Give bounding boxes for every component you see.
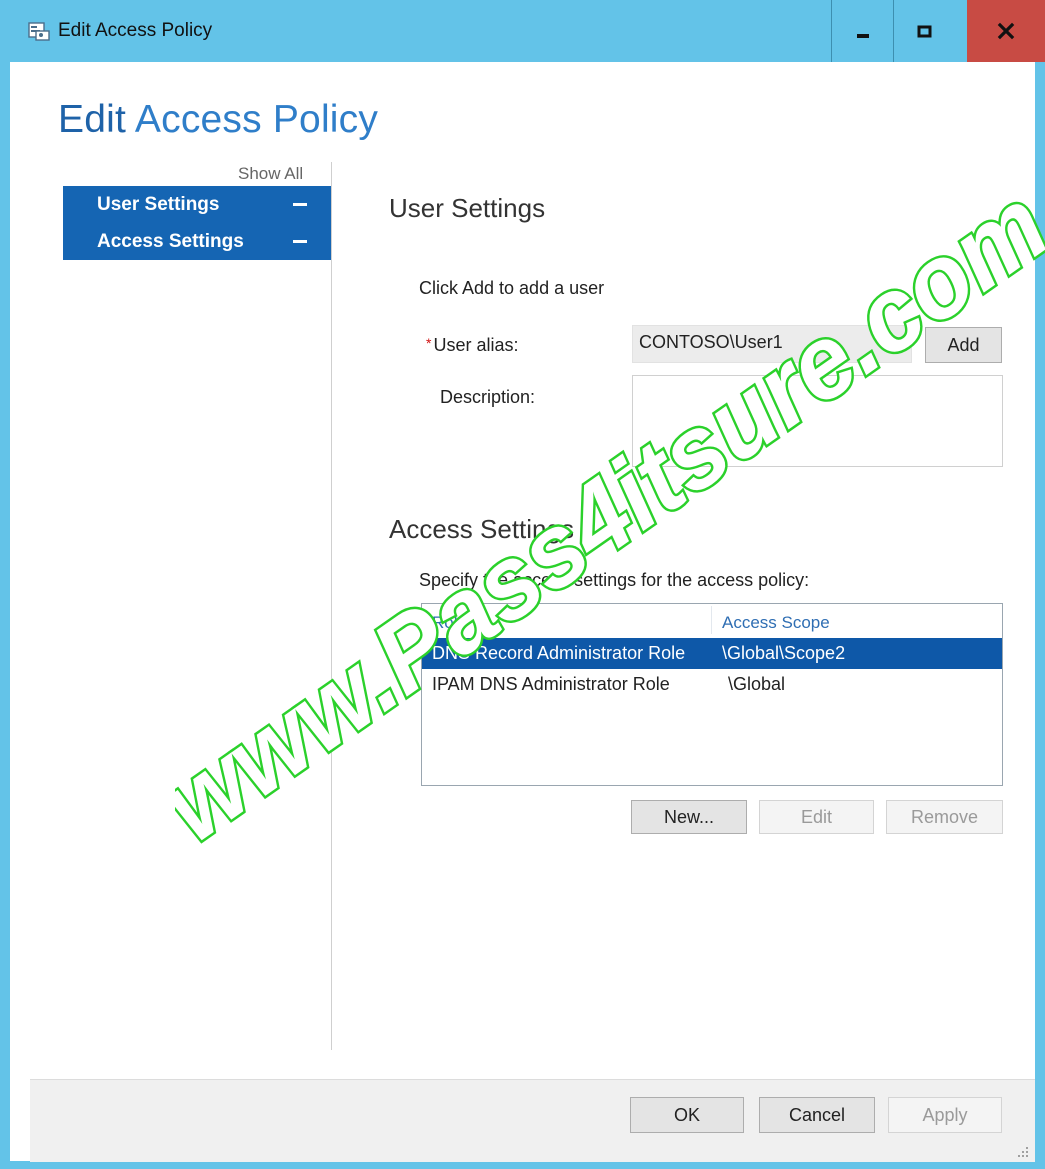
- add-button[interactable]: Add: [925, 327, 1002, 363]
- list-row[interactable]: DNS Record Administrator Role \Global\Sc…: [422, 638, 1002, 669]
- nav-item-user-settings[interactable]: User Settings: [63, 186, 331, 223]
- cancel-button[interactable]: Cancel: [759, 1097, 875, 1133]
- collapse-icon[interactable]: [293, 240, 307, 243]
- scope-cell: \Global\Scope2: [722, 643, 846, 663]
- dialog-footer: OK Cancel Apply: [30, 1079, 1035, 1162]
- show-all-link[interactable]: Show All: [238, 164, 303, 184]
- remove-button[interactable]: Remove: [886, 800, 1003, 834]
- resize-grip-icon[interactable]: [1015, 1144, 1029, 1158]
- title-bar[interactable]: Edit Access Policy: [0, 0, 1045, 62]
- user-alias-field[interactable]: CONTOSO\User1: [632, 325, 912, 363]
- role-cell: IPAM DNS Administrator Role: [432, 674, 670, 694]
- dialog-client-area: Edit Access Policy Show All User Setting…: [10, 62, 1035, 1162]
- role-cell: DNS Record Administrator Role: [432, 643, 686, 663]
- nav-item-access-settings[interactable]: Access Settings: [63, 223, 331, 260]
- apply-button[interactable]: Apply: [888, 1097, 1002, 1133]
- user-alias-label-text: User alias:: [433, 335, 519, 355]
- close-icon: [997, 22, 1015, 40]
- nav-item-label: Access Settings: [97, 231, 244, 252]
- column-header-access-scope[interactable]: Access Scope: [722, 613, 830, 633]
- access-settings-heading: Access Settings: [389, 514, 574, 544]
- page-title-part2: Access Policy: [134, 98, 379, 141]
- column-separator[interactable]: [711, 606, 712, 634]
- access-settings-list[interactable]: Role Access Scope DNS Record Administrat…: [421, 603, 1003, 786]
- ok-button[interactable]: OK: [630, 1097, 744, 1133]
- maximize-icon: [917, 25, 931, 38]
- window-title: Edit Access Policy: [58, 20, 213, 41]
- column-header-role[interactable]: Role: [432, 613, 467, 633]
- list-header: Role Access Scope: [422, 604, 1002, 638]
- list-row[interactable]: IPAM DNS Administrator Role \Global: [422, 669, 1002, 700]
- edit-access-policy-window: Edit Access Policy Edit Access Policy Sh…: [0, 0, 1045, 1169]
- nav-divider: [331, 162, 332, 1050]
- page-title: Edit Access Policy: [58, 98, 378, 142]
- scope-cell: \Global: [728, 674, 786, 694]
- close-button[interactable]: [967, 0, 1045, 62]
- edit-button[interactable]: Edit: [759, 800, 874, 834]
- add-user-instruction: Click Add to add a user: [419, 278, 605, 298]
- user-settings-heading: User Settings: [389, 193, 546, 223]
- section-nav: User Settings Access Settings: [63, 186, 331, 260]
- nav-item-label: User Settings: [97, 194, 220, 215]
- minimize-button[interactable]: [831, 0, 893, 62]
- description-field[interactable]: [632, 375, 1003, 467]
- collapse-icon[interactable]: [293, 203, 307, 206]
- page-title-part1: Edit: [58, 98, 127, 141]
- maximize-button[interactable]: [893, 0, 955, 62]
- user-alias-label: * User alias:: [426, 335, 518, 356]
- access-settings-instruction: Specify the access settings for the acce…: [419, 570, 810, 590]
- required-marker: *: [426, 335, 432, 351]
- description-label: Description:: [440, 387, 536, 407]
- minimize-icon: [856, 34, 869, 38]
- app-icon: [28, 22, 50, 41]
- new-button[interactable]: New...: [631, 800, 747, 834]
